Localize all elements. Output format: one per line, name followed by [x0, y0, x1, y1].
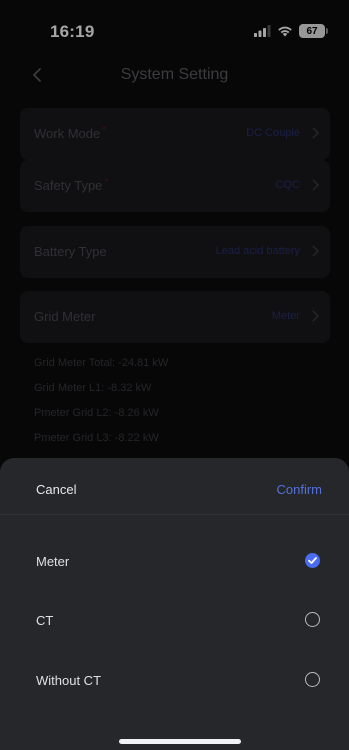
option-label: Without CT — [36, 673, 102, 688]
radio-unchecked-icon[interactable] — [305, 612, 320, 627]
option-meter[interactable]: Meter — [0, 542, 349, 582]
option-label: CT — [36, 613, 54, 628]
option-ct[interactable]: CT — [0, 601, 349, 641]
screen: 16:19 67 System Setting Work Mode * DC C… — [0, 0, 349, 750]
cancel-button[interactable]: Cancel — [36, 482, 76, 497]
grid-meter-picker-sheet: Cancel Confirm Meter CT Without CT — [0, 458, 349, 750]
radio-checked-icon[interactable] — [305, 553, 320, 568]
option-label: Meter — [36, 554, 70, 569]
divider — [0, 514, 349, 515]
confirm-button[interactable]: Confirm — [276, 482, 322, 497]
radio-unchecked-icon[interactable] — [305, 672, 320, 687]
home-indicator[interactable] — [119, 739, 241, 744]
option-without-ct[interactable]: Without CT — [0, 661, 349, 701]
